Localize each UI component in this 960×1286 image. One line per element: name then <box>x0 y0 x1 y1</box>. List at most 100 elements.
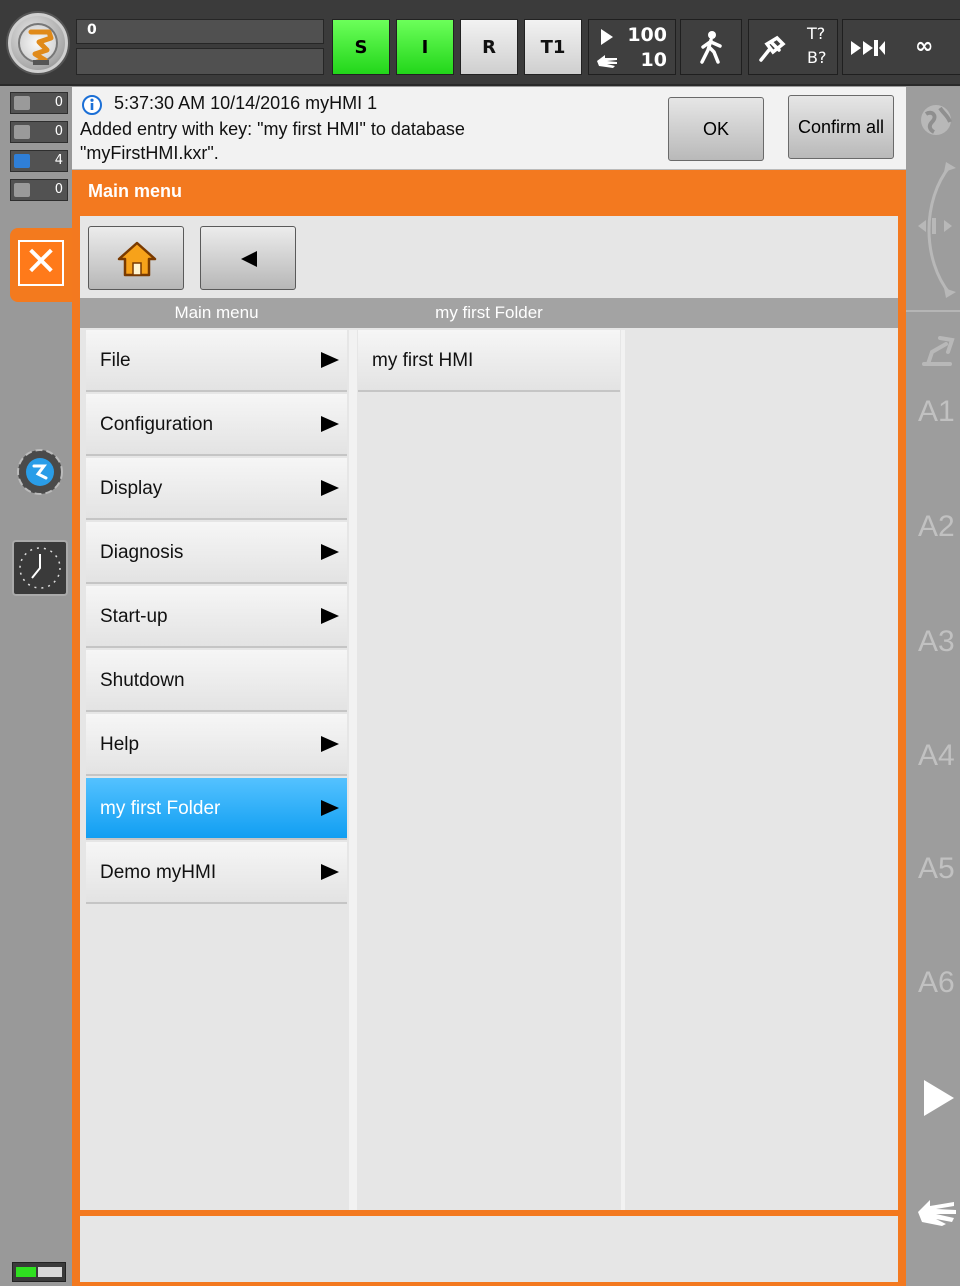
infinite-label: ∞ <box>915 34 934 59</box>
info-icon <box>82 95 102 115</box>
axis-label-a4[interactable]: A4 <box>918 739 955 773</box>
submenu-arrow-icon <box>321 800 339 816</box>
exclamation-icon <box>14 125 30 139</box>
menu-item-shutdown[interactable]: Shutdown <box>86 650 347 712</box>
message-line-1: Added entry with key: "my first HMI" to … <box>80 119 465 139</box>
robot-interpreter-button[interactable]: R <box>460 19 518 75</box>
menu-item-start-up[interactable]: Start-up <box>86 586 347 648</box>
program-name-field[interactable]: 0 <box>76 19 324 44</box>
battery-level <box>16 1267 36 1277</box>
menu-item-label: Shutdown <box>100 670 185 691</box>
home-icon <box>117 241 157 277</box>
submenu-arrow-icon <box>321 864 339 880</box>
submit-status-button[interactable]: S <box>332 19 390 75</box>
jog-arc-icon[interactable] <box>912 160 960 300</box>
menu-item-configuration[interactable]: Configuration <box>86 394 347 456</box>
submenu-item-label: my first HMI <box>372 350 474 371</box>
robot-axis-icon[interactable] <box>918 330 958 370</box>
home-button[interactable] <box>88 226 184 290</box>
submenu-item-my-first-hmi[interactable]: my first HMI <box>358 330 620 392</box>
robot-settings-button[interactable] <box>14 446 66 498</box>
override-jog-value: 10 <box>640 49 667 71</box>
hand-icon <box>597 55 617 68</box>
info-icon <box>14 154 30 168</box>
main-menu-column-header: Main menu <box>174 303 259 322</box>
sidebar-divider <box>906 310 960 312</box>
tool-base-button[interactable]: T? B? <box>748 19 838 75</box>
back-arrow-icon <box>241 251 257 267</box>
override-program-value: 100 <box>627 24 667 46</box>
wait-count: 0 <box>54 182 63 197</box>
close-main-menu-button[interactable]: ✕ <box>10 228 74 302</box>
main-menu-list: File Configuration Display Diagnosis Sta… <box>86 330 347 1210</box>
play-icon <box>601 29 613 45</box>
confirm-all-button[interactable]: Confirm all <box>788 95 894 159</box>
play-icon[interactable] <box>920 1078 956 1118</box>
panel-title: Main menu <box>88 181 183 201</box>
wait-message-icon <box>14 183 30 197</box>
menu-item-label: Help <box>100 734 140 755</box>
menu-item-label: Start-up <box>100 606 168 627</box>
submenu-arrow-icon <box>321 544 339 560</box>
run-mode-button[interactable] <box>680 19 742 75</box>
submenu-arrow-icon <box>321 480 339 496</box>
menu-item-label: my first Folder <box>100 798 221 819</box>
ok-button[interactable]: OK <box>668 97 764 161</box>
globe-icon[interactable] <box>918 102 956 138</box>
hand-icon[interactable] <box>916 1194 958 1228</box>
ack-message-counter[interactable]: 0 <box>10 92 68 114</box>
override-button[interactable]: 100 10 <box>588 19 676 75</box>
submenu-arrow-icon <box>321 736 339 752</box>
menu-item-label: Configuration <box>100 414 214 435</box>
menu-item-display[interactable]: Display <box>86 458 347 520</box>
menu-item-label: File <box>100 350 131 371</box>
incremental-icon <box>851 40 885 56</box>
folder-list: my first HMI <box>358 330 620 1210</box>
menu-item-label: Display <box>100 478 163 499</box>
axis-label-a1[interactable]: A1 <box>918 395 955 429</box>
axis-label-a3[interactable]: A3 <box>918 625 955 659</box>
drives-status-button[interactable]: I <box>396 19 454 75</box>
message-header: 5:37:30 AM 10/14/2016 myHMI 1 <box>114 93 378 113</box>
submenu-arrow-icon <box>321 608 339 624</box>
clock-icon <box>19 547 61 589</box>
walking-person-icon <box>700 31 722 64</box>
axis-label-a2[interactable]: A2 <box>918 510 955 544</box>
wait-message-counter[interactable]: 0 <box>10 179 68 201</box>
close-icon: ✕ <box>18 240 64 286</box>
folder-column-header: my first Folder <box>435 303 543 322</box>
ack-message-icon <box>14 96 30 110</box>
program-line-field[interactable] <box>76 48 324 75</box>
menu-item-diagnosis[interactable]: Diagnosis <box>86 522 347 584</box>
info-message-counter[interactable]: 4 <box>10 150 68 172</box>
empty-column <box>625 330 897 1210</box>
status-bar: 0 S I R T1 100 10 T? B? ∞ <box>0 0 960 86</box>
back-button[interactable] <box>200 226 296 290</box>
incremental-jog-button[interactable]: ∞ <box>842 19 960 75</box>
message-window: 5:37:30 AM 10/14/2016 myHMI 1 Added entr… <box>72 87 906 170</box>
ack-count: 0 <box>54 95 63 110</box>
info-count: 4 <box>54 153 63 168</box>
message-line-2: "myFirstHMI.kxr". <box>80 143 219 163</box>
submenu-arrow-icon <box>321 352 339 368</box>
axis-label-a5[interactable]: A5 <box>918 852 955 886</box>
menu-item-my-first-folder[interactable]: my first Folder <box>86 778 347 840</box>
gripper-icon <box>759 35 786 62</box>
state-message-counter[interactable]: 0 <box>10 121 68 143</box>
base-label: B? <box>807 48 827 67</box>
panel-status-bar <box>80 1216 898 1282</box>
robot-main-menu-button[interactable] <box>8 13 68 73</box>
battery-indicator <box>12 1262 66 1282</box>
submenu-arrow-icon <box>321 416 339 432</box>
menu-item-file[interactable]: File <box>86 330 347 392</box>
state-count: 0 <box>54 124 63 139</box>
robot-icon <box>28 29 54 65</box>
menu-item-label: Diagnosis <box>100 542 184 563</box>
operating-mode-button[interactable]: T1 <box>524 19 582 75</box>
axis-label-a6[interactable]: A6 <box>918 966 955 1000</box>
clock-button[interactable] <box>12 540 68 596</box>
menu-item-demo-myhmi[interactable]: Demo myHMI <box>86 842 347 904</box>
menu-item-help[interactable]: Help <box>86 714 347 776</box>
tool-label: T? <box>807 24 826 43</box>
menu-item-label: Demo myHMI <box>100 862 217 883</box>
